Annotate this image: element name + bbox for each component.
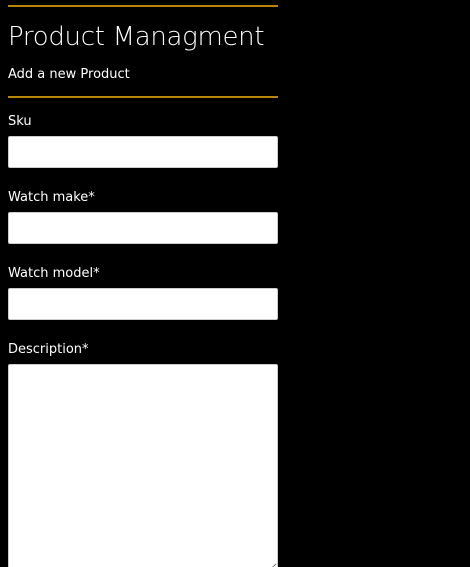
- watch-model-label: Watch model*: [8, 266, 100, 281]
- top-divider: [8, 5, 278, 7]
- description-textarea[interactable]: [8, 364, 278, 567]
- watch-model-input[interactable]: [8, 288, 278, 320]
- description-label: Description*: [8, 342, 89, 357]
- watch-make-input[interactable]: [8, 212, 278, 244]
- page-title: Product Managment: [8, 22, 265, 52]
- sku-input[interactable]: [8, 136, 278, 168]
- page-subtitle: Add a new Product: [8, 67, 130, 82]
- sku-label: Sku: [8, 114, 32, 129]
- product-management-panel: Product Managment Add a new Product Sku …: [8, 0, 278, 567]
- add-product-form: Sku Watch make* Watch model* Description…: [8, 114, 278, 567]
- section-divider: [8, 96, 278, 98]
- watch-make-label: Watch make*: [8, 190, 95, 205]
